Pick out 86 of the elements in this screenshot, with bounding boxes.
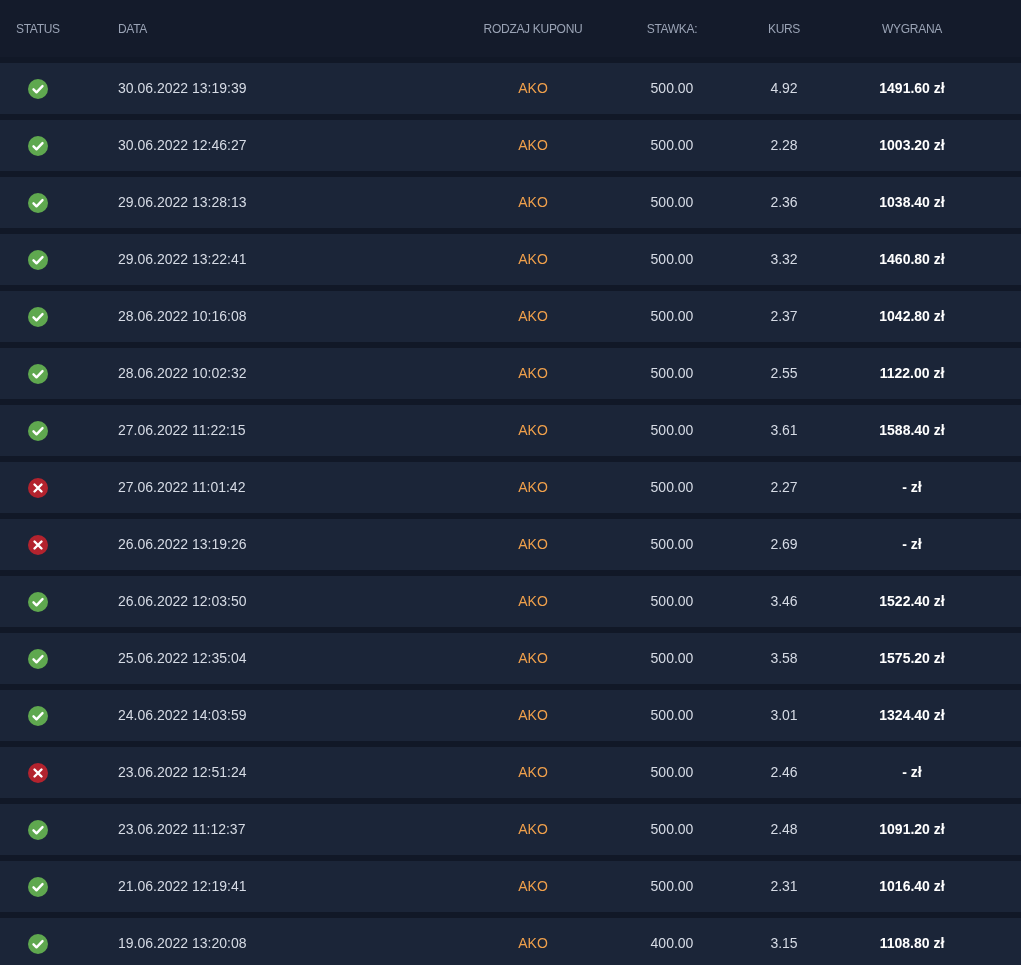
coupon-type-cell: AKO — [518, 479, 548, 495]
winnings-cell: 1522.40 zł — [879, 593, 945, 609]
coupon-type-cell: AKO — [518, 707, 548, 723]
winnings-cell: 1042.80 zł — [879, 308, 945, 324]
odds-cell: 3.58 — [770, 650, 798, 666]
coupon-type-cell: AKO — [518, 308, 548, 324]
stake-cell: 500.00 — [650, 80, 694, 96]
stake-cell: 400.00 — [650, 935, 694, 951]
date-cell: 29.06.2022 13:22:41 — [118, 251, 247, 267]
stake-cell: 500.00 — [650, 707, 694, 723]
coupon-type-cell: AKO — [518, 650, 548, 666]
stake-cell: 500.00 — [650, 137, 694, 153]
stake-cell: 500.00 — [650, 764, 694, 780]
odds-cell: 3.46 — [770, 593, 798, 609]
stake-cell: 500.00 — [650, 878, 694, 894]
date-cell: 26.06.2022 12:03:50 — [118, 593, 247, 609]
stake-cell: 500.00 — [650, 536, 694, 552]
date-cell: 24.06.2022 14:03:59 — [118, 707, 247, 723]
date-cell: 30.06.2022 12:46:27 — [118, 137, 247, 153]
stake-cell: 500.00 — [650, 422, 694, 438]
coupon-type-cell: AKO — [518, 80, 548, 96]
odds-cell: 3.32 — [770, 251, 798, 267]
odds-cell: 2.37 — [770, 308, 798, 324]
coupon-type-cell: AKO — [518, 593, 548, 609]
date-cell: 27.06.2022 11:01:42 — [118, 479, 246, 495]
winnings-cell: - zł — [902, 536, 922, 552]
stake-cell: 500.00 — [650, 194, 694, 210]
coupon-type-cell: AKO — [518, 365, 548, 381]
odds-cell: 4.92 — [770, 80, 798, 96]
winnings-cell: 1460.80 zł — [879, 251, 945, 267]
coupon-type-cell: AKO — [518, 878, 548, 894]
coupon-type-cell: AKO — [518, 194, 548, 210]
odds-cell: 2.31 — [770, 878, 798, 894]
winnings-cell: 1588.40 zł — [879, 422, 945, 438]
winnings-cell: 1122.00 zł — [879, 365, 945, 381]
date-cell: 19.06.2022 13:20:08 — [118, 935, 247, 951]
date-cell: 23.06.2022 11:12:37 — [118, 821, 246, 837]
winnings-cell: 1003.20 zł — [879, 137, 945, 153]
coupon-type-cell: AKO — [518, 935, 548, 951]
winnings-cell: 1016.40 zł — [879, 878, 945, 894]
date-cell: 28.06.2022 10:16:08 — [118, 308, 247, 324]
odds-cell: 2.55 — [770, 365, 798, 381]
odds-cell: 2.36 — [770, 194, 798, 210]
coupon-type-cell: AKO — [518, 422, 548, 438]
odds-cell: 3.01 — [770, 707, 798, 723]
date-cell: 29.06.2022 13:28:13 — [118, 194, 247, 210]
stake-cell: 500.00 — [650, 308, 694, 324]
coupon-type-cell: AKO — [518, 821, 548, 837]
coupon-type-cell: AKO — [518, 764, 548, 780]
column-header: DATA — [118, 21, 148, 36]
coupon-type-cell: AKO — [518, 251, 548, 267]
odds-cell: 3.15 — [770, 935, 798, 951]
date-cell: 23.06.2022 12:51:24 — [118, 764, 247, 780]
winnings-cell: 1491.60 zł — [879, 80, 945, 96]
winnings-cell: 1038.40 zł — [879, 194, 945, 210]
stake-cell: 500.00 — [650, 593, 694, 609]
coupon-type-cell: AKO — [518, 137, 548, 153]
column-header: STATUS — [16, 21, 60, 36]
odds-cell: 2.48 — [770, 821, 798, 837]
date-cell: 25.06.2022 12:35:04 — [118, 650, 247, 666]
winnings-cell: 1575.20 zł — [879, 650, 945, 666]
date-cell: 28.06.2022 10:02:32 — [118, 365, 247, 381]
column-header: RODZAJ KUPONU — [483, 21, 583, 36]
odds-cell: 2.28 — [770, 137, 798, 153]
stake-cell: 500.00 — [650, 650, 694, 666]
winnings-cell: 1091.20 zł — [879, 821, 945, 837]
winnings-cell: - zł — [902, 479, 922, 495]
date-cell: 21.06.2022 12:19:41 — [118, 878, 247, 894]
odds-cell: 2.69 — [770, 536, 798, 552]
winnings-cell: - zł — [902, 764, 922, 780]
coupon-type-cell: AKO — [518, 536, 548, 552]
date-cell: 30.06.2022 13:19:39 — [118, 80, 247, 96]
winnings-cell: 1108.80 zł — [879, 935, 945, 951]
odds-cell: 2.46 — [770, 764, 798, 780]
column-header: KURS — [767, 21, 801, 36]
odds-cell: 3.61 — [770, 422, 798, 438]
winnings-cell: 1324.40 zł — [879, 707, 945, 723]
odds-cell: 2.27 — [770, 479, 798, 495]
date-cell: 26.06.2022 13:19:26 — [118, 536, 247, 552]
column-header: WYGRANA — [882, 21, 942, 36]
stake-cell: 500.00 — [650, 251, 694, 267]
column-header: STAWKA: — [646, 21, 698, 36]
stake-cell: 500.00 — [650, 365, 694, 381]
date-cell: 27.06.2022 11:22:15 — [118, 422, 246, 438]
stake-cell: 500.00 — [650, 821, 694, 837]
stake-cell: 500.00 — [650, 479, 694, 495]
